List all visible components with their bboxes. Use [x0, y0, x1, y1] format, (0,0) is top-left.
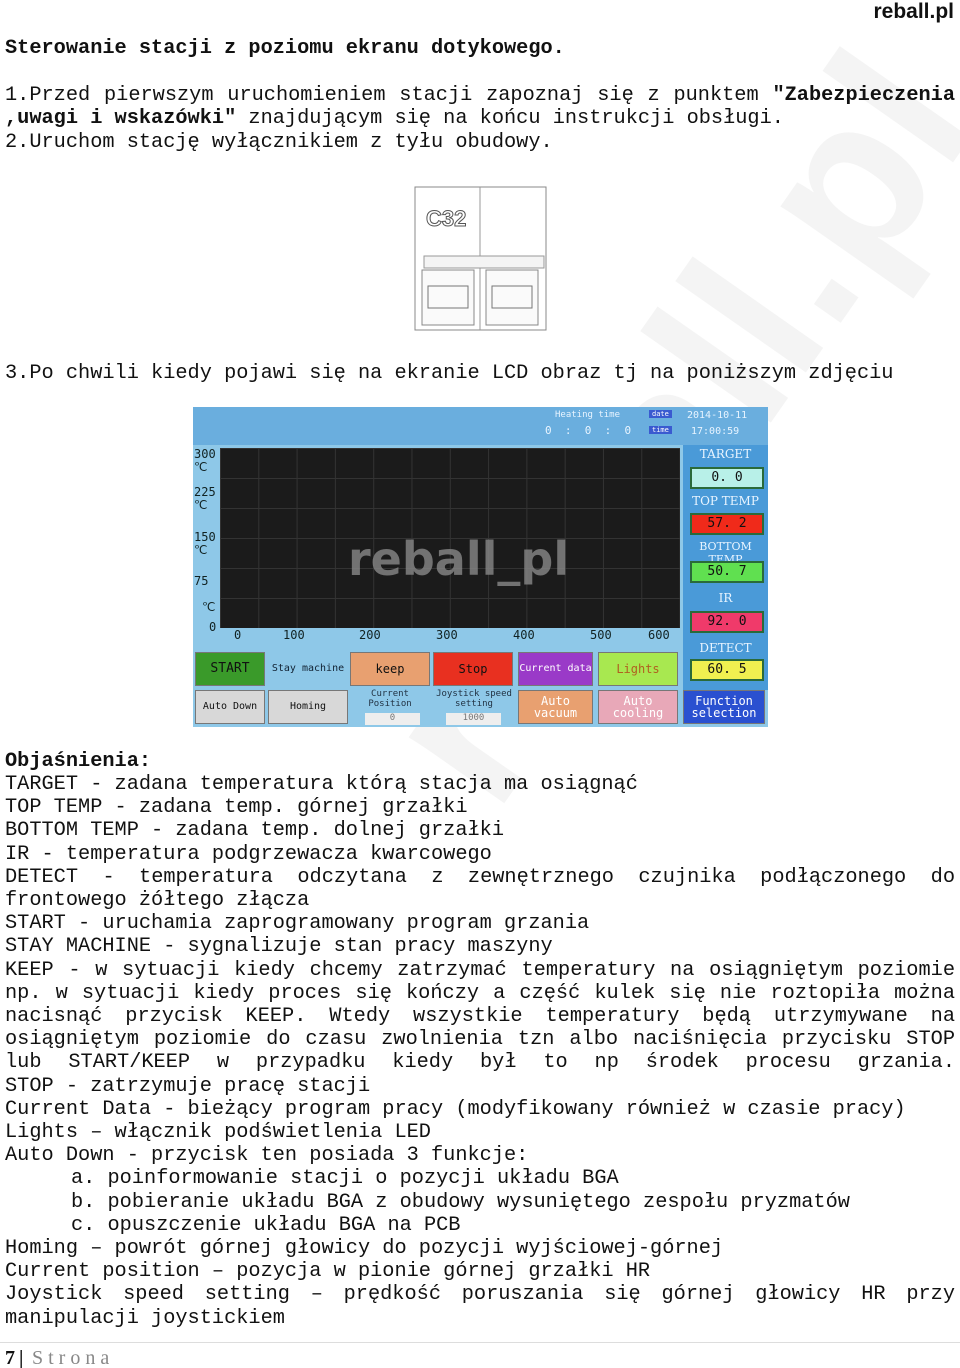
date-tag: date — [649, 410, 672, 418]
intro-line-1: 1.Przed pierwszym uruchomieniem stacji z… — [5, 84, 955, 107]
y-tick: ℃ — [202, 600, 216, 614]
auto-vacuum-button[interactable]: Auto vacuum — [518, 690, 593, 724]
chart-watermark: reball_pl — [348, 532, 570, 586]
ir-label: IR — [718, 591, 733, 605]
intro-line-4: 3.Po chwili kiedy pojawi się na ekranie … — [5, 362, 894, 385]
x-tick: 400 — [513, 628, 535, 642]
explanation-line: Joystick speed setting – prędkość porusz… — [5, 1283, 955, 1307]
target-label: TARGET — [699, 447, 752, 461]
explanation-line: b. pobieranie układu BGA z obudowy wysun… — [71, 1190, 850, 1214]
explanation-line: a. poinformowanie stacji o pozycji układ… — [71, 1167, 619, 1191]
heating-time-value: 0 : 0 : 0 — [545, 424, 632, 437]
intro-line-2: ,uwagi i wskazówki" znajdującym się na k… — [5, 107, 955, 130]
explanation-line: BOTTOM TEMP - zadana temp. dolnej grzałk… — [5, 819, 504, 843]
current-position-label: Current Position — [368, 689, 412, 709]
explanation-line: DETECT - temperatura odczytana z zewnętr… — [5, 865, 955, 889]
current-position-field[interactable]: 0 — [365, 713, 420, 725]
explanation-line: Current position – pozycja w pionie górn… — [5, 1260, 651, 1284]
ir-value[interactable]: 92. 0 — [690, 611, 764, 633]
explanation-line: nacisnąć przycisk KEEP. Wtedy wszystkie … — [5, 1005, 955, 1028]
document-page: reball.pl reball.pl Sterowanie stacji z … — [0, 0, 960, 1368]
circuit-breaker-image: C32 — [414, 186, 547, 331]
explanation-line: frontowego żółtego złącza — [5, 889, 310, 912]
brand-logo: reball.pl — [873, 0, 954, 23]
explanation-line: TOP TEMP - zadana temp. górnej grzałki — [5, 796, 468, 820]
lcd-header — [193, 407, 768, 445]
start-button[interactable]: START — [195, 652, 265, 686]
homing-button[interactable]: Homing — [268, 690, 348, 724]
keep-button[interactable]: keep — [350, 652, 430, 686]
breaker-label: C32 — [426, 206, 466, 231]
explanation-line: Lights – włącznik podświetlenia LED — [5, 1121, 431, 1144]
x-tick: 200 — [359, 628, 381, 642]
joystick-speed-field[interactable]: 1000 — [446, 713, 501, 725]
explanation-line: osiągniętym poziomie do czasu zwolnienia… — [5, 1028, 955, 1052]
y-tick: 300 ℃ — [194, 447, 216, 474]
time-tag: time — [649, 426, 672, 434]
footer: 7 | S t r o n a — [0, 1342, 960, 1368]
target-value[interactable]: 0. 0 — [690, 467, 764, 489]
explanation-line: STAY MACHINE - sygnalizuje stan pracy ma… — [5, 935, 553, 959]
footer-separator: | — [19, 1347, 24, 1368]
function-selection-button[interactable]: Function selection — [683, 690, 765, 724]
explanation-line: Current Data - bieżący program pracy (mo… — [5, 1097, 906, 1121]
explanation-line: c. opuszczenie układu BGA na PCB — [71, 1213, 461, 1237]
x-tick: 0 — [234, 628, 242, 642]
y-tick: 225 ℃ — [194, 485, 216, 512]
detect-label: DETECT — [699, 641, 752, 655]
explanation-line: STOP - zatrzymuje pracę stacji — [5, 1074, 371, 1098]
intro-bold: ,uwagi i wskazówki" — [5, 107, 237, 130]
explanations-title: Objaśnienia: — [5, 750, 152, 773]
intro-text: 1.Przed pierwszym uruchomieniem stacji z… — [5, 84, 759, 107]
explanation-line: TARGET - zadana temperatura którą stacja… — [5, 773, 638, 796]
heating-time-label: Heating time — [555, 410, 621, 420]
time-value: 17:00:59 — [691, 426, 740, 437]
explanation-line: lub START/KEEP w przypadku kiedy był to … — [5, 1051, 955, 1075]
explanation-line: Auto Down - przycisk ten posiada 3 funkc… — [5, 1144, 529, 1168]
auto-cooling-button[interactable]: Auto cooling — [598, 690, 678, 724]
top-temp-value[interactable]: 57. 2 — [690, 513, 764, 535]
y-tick: 150 ℃ — [194, 530, 216, 557]
stay-machine-indicator: Stay machine — [271, 663, 345, 674]
current-data-button[interactable]: Current data — [518, 652, 593, 686]
y-tick: 75 — [194, 574, 209, 588]
lcd-screen-photo: Heating time 0 : 0 : 0 date time 2014-10… — [193, 407, 768, 727]
explanation-line: Homing – powrót górnej głowicy do pozycj… — [5, 1237, 724, 1260]
x-tick: 500 — [590, 628, 612, 642]
bottom-temp-value[interactable]: 50. 7 — [690, 561, 764, 583]
auto-down-button[interactable]: Auto Down — [195, 690, 265, 724]
page-title: Sterowanie stacji z poziomu ekranu dotyk… — [5, 37, 565, 60]
explanation-line: IR - temperatura podgrzewacza kwarcowego — [5, 842, 492, 866]
lights-button[interactable]: Lights — [598, 652, 678, 686]
explanation-line: START - uruchamia zaprogramowany program… — [5, 912, 590, 936]
detect-value[interactable]: 60. 5 — [690, 659, 764, 681]
explanation-line: np. w sytuacji kiedy proces się kończy a… — [5, 981, 955, 1005]
intro-bold: "Zabezpieczenia — [772, 84, 955, 107]
page-number: 7 — [5, 1347, 15, 1368]
x-tick: 600 — [648, 628, 670, 642]
intro-text: znajdującym się na końcu instrukcji obsł… — [236, 107, 784, 130]
date-value: 2014-10-11 — [687, 410, 748, 421]
x-tick: 100 — [283, 628, 305, 642]
joystick-speed-label: Joystick speed setting — [436, 689, 512, 709]
x-tick: 300 — [436, 628, 458, 642]
explanation-line: KEEP - w sytuacji kiedy chcemy zatrzymać… — [5, 958, 955, 982]
top-temp-label: TOP TEMP — [692, 494, 759, 508]
y-tick: 0 — [209, 620, 217, 634]
intro-line-3: 2.Uruchom stację wyłącznikiem z tyłu obu… — [5, 131, 553, 154]
explanation-line: manipulacji joystickiem — [5, 1306, 285, 1330]
stop-button[interactable]: Stop — [433, 652, 513, 686]
page-label: S t r o n a — [32, 1347, 110, 1368]
